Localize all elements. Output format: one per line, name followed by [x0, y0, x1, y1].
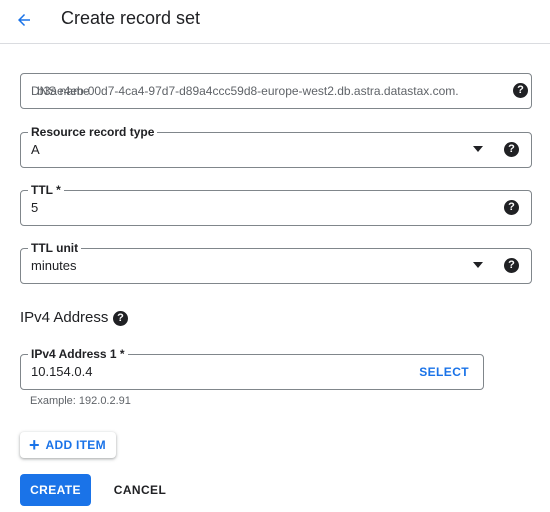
ttl-unit-value: minutes	[31, 258, 77, 273]
ttl-input[interactable]: TTL * 5 ?	[20, 182, 532, 226]
ipv4-help-icon[interactable]: ?	[113, 311, 128, 326]
create-button[interactable]: CREATE	[20, 474, 91, 506]
ttl-value: 5	[31, 200, 39, 215]
dns-name-value[interactable]: DNS name b3ae4eb-00d7-4ca4-97d7-d89a4ccc…	[31, 74, 511, 108]
dns-name-help-icon[interactable]: ?	[513, 83, 528, 98]
back-button[interactable]	[10, 6, 38, 34]
cancel-button[interactable]: CANCEL	[104, 474, 176, 506]
add-item-button[interactable]: + ADD ITEM	[20, 432, 116, 458]
select-button[interactable]: SELECT	[419, 355, 469, 389]
plus-icon: +	[29, 435, 40, 455]
dns-name-text: b3ae4eb-00d7-4ca4-97d7-d89a4ccc59d8-euro…	[37, 84, 459, 98]
ipv4-hint: Example: 192.0.2.91	[30, 395, 131, 407]
record-type-help-icon[interactable]: ?	[504, 142, 519, 157]
record-type-value: A	[31, 142, 40, 157]
page-header: Create record set	[0, 0, 550, 44]
arrow-back-icon	[18, 14, 30, 26]
chevron-down-icon[interactable]	[473, 146, 483, 152]
page-title: Create record set	[61, 8, 201, 28]
ttl-unit-help-icon[interactable]: ?	[504, 258, 519, 273]
record-type-label: Resource record type	[28, 124, 158, 140]
ttl-unit-select[interactable]: TTL unit minutes ?	[20, 240, 532, 284]
dns-name-field[interactable]: DNS name b3ae4eb-00d7-4ca4-97d7-d89a4ccc…	[20, 73, 532, 109]
ipv4-section-title: IPv4 Address	[20, 309, 109, 326]
chevron-down-icon[interactable]	[473, 262, 483, 268]
add-item-label: ADD ITEM	[45, 438, 106, 452]
ipv4-address-value: 10.154.0.4	[31, 364, 93, 379]
ipv4-address-input[interactable]: IPv4 Address 1 * 10.154.0.4 SELECT	[20, 346, 484, 390]
record-type-select[interactable]: Resource record type A ?	[20, 124, 532, 168]
ttl-help-icon[interactable]: ?	[504, 200, 519, 215]
